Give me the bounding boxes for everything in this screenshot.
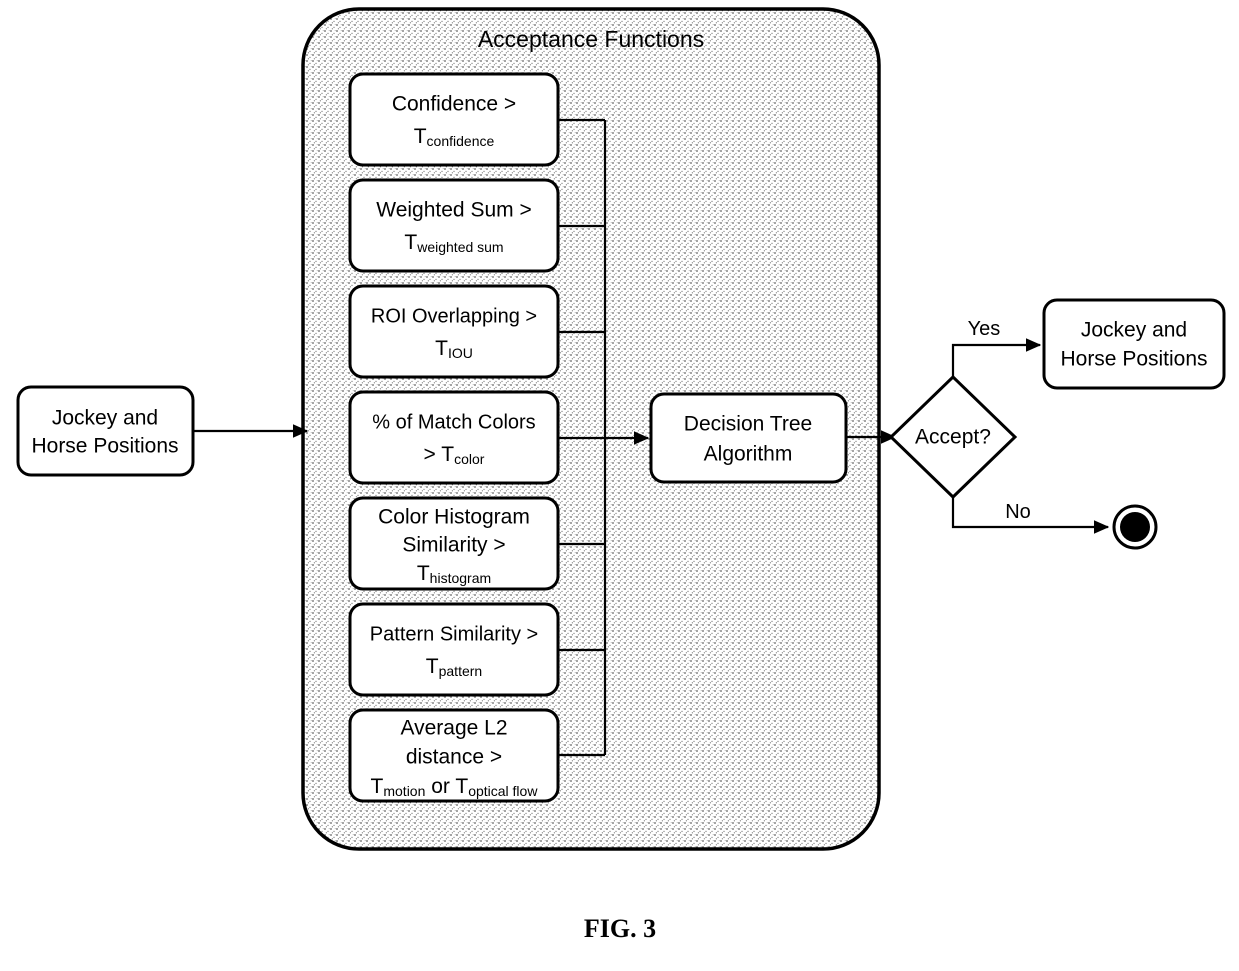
decision-tree-node[interactable]: Decision Tree Algorithm — [649, 392, 848, 484]
function-box-pattern-similarity[interactable]: Pattern Similarity > Tpattern — [348, 602, 560, 697]
function-box-match-colors-shape[interactable] — [348, 390, 560, 485]
function-box-roi-overlapping-shape[interactable] — [348, 284, 560, 379]
function-box-average-l2-line-2: distance > — [406, 746, 502, 769]
flowchart-canvas: Acceptance Functions Confidence > Tconfi… — [16, 7, 1226, 943]
output-node-shape[interactable] — [1042, 298, 1226, 390]
function-box-color-histogram-line-3-sub: histogram — [430, 570, 491, 586]
function-box-weighted-sum-line-1: Weighted Sum > — [376, 199, 531, 222]
function-box-confidence-line-2-main: T — [414, 125, 427, 148]
function-box-weighted-sum-shape[interactable] — [348, 178, 560, 273]
input-node-line-2: Horse Positions — [31, 435, 178, 458]
figure-caption: FIG. 3 — [584, 914, 656, 943]
yes-branch: Yes — [951, 318, 1042, 377]
function-box-confidence-shape[interactable] — [348, 72, 560, 167]
yes-branch-label: Yes — [968, 318, 1001, 340]
function-box-pattern-similarity-line-2-sub: pattern — [439, 663, 483, 679]
output-node[interactable]: Jockey and Horse Positions — [1042, 298, 1226, 390]
decision-tree-node-shape[interactable] — [649, 392, 848, 484]
function-box-average-l2-line-1: Average L2 — [400, 717, 507, 740]
function-box-roi-overlapping-line-2-sub: IOU — [448, 345, 473, 361]
function-box-average-l2-line-3-sub: motion — [383, 783, 425, 799]
function-box-weighted-sum[interactable]: Weighted Sum > Tweighted sum — [348, 178, 560, 273]
function-box-color-histogram[interactable]: Color Histogram Similarity > Thistogram — [348, 496, 560, 591]
function-box-average-l2-line-3-main2: or T — [425, 775, 468, 798]
function-box-pattern-similarity-shape[interactable] — [348, 602, 560, 697]
function-box-average-l2-line-3-sub2: optical flow — [468, 783, 538, 799]
function-box-pattern-similarity-line-2-main: T — [426, 655, 439, 678]
no-branch-label: No — [1005, 501, 1031, 523]
output-node-line-1: Jockey and — [1081, 319, 1187, 342]
input-node[interactable]: Jockey and Horse Positions — [16, 385, 195, 477]
function-box-color-histogram-line-1: Color Histogram — [378, 506, 530, 529]
function-box-color-histogram-line-2: Similarity > — [402, 534, 505, 557]
function-box-roi-overlapping-line-2-main: T — [435, 337, 448, 360]
function-box-match-colors-line-2-sub: color — [454, 451, 485, 467]
accept-decision-label: Accept? — [915, 426, 991, 449]
function-box-pattern-similarity-line-1: Pattern Similarity > — [370, 623, 538, 645]
function-box-match-colors[interactable]: % of Match Colors > Tcolor — [348, 390, 560, 485]
function-box-average-l2-distance[interactable]: Average L2 distance > Tmotion or Toptica… — [348, 708, 560, 803]
end-node — [1112, 504, 1158, 550]
output-node-line-2: Horse Positions — [1060, 348, 1207, 371]
function-box-average-l2-line-3-main: T — [371, 775, 384, 798]
function-box-match-colors-line-2-main: > T — [424, 443, 455, 466]
figure-3-flowchart: Acceptance Functions Confidence > Tconfi… — [0, 0, 1239, 971]
input-node-line-1: Jockey and — [52, 407, 158, 430]
decision-tree-line-2: Algorithm — [704, 443, 793, 466]
function-box-confidence[interactable]: Confidence > Tconfidence — [348, 72, 560, 167]
input-node-shape[interactable] — [16, 385, 195, 477]
function-box-roi-overlapping-line-1: ROI Overlapping > — [371, 305, 537, 327]
function-box-color-histogram-line-3-main: T — [417, 562, 430, 585]
function-box-match-colors-line-1: % of Match Colors — [372, 411, 535, 433]
decision-tree-line-1: Decision Tree — [684, 413, 812, 436]
function-box-confidence-line-2-sub: confidence — [427, 133, 495, 149]
end-node-fill — [1120, 512, 1150, 542]
acceptance-functions-title: Acceptance Functions — [478, 26, 704, 52]
no-branch: No — [951, 497, 1110, 534]
function-box-roi-overlapping[interactable]: ROI Overlapping > TIOU — [348, 284, 560, 379]
accept-decision-node[interactable]: Accept? — [888, 374, 1018, 500]
function-box-confidence-line-1: Confidence > — [392, 93, 516, 116]
function-box-weighted-sum-line-2-main: T — [404, 231, 417, 254]
function-box-weighted-sum-line-2-sub: weighted sum — [416, 239, 503, 255]
yes-branch-path — [951, 338, 1042, 377]
